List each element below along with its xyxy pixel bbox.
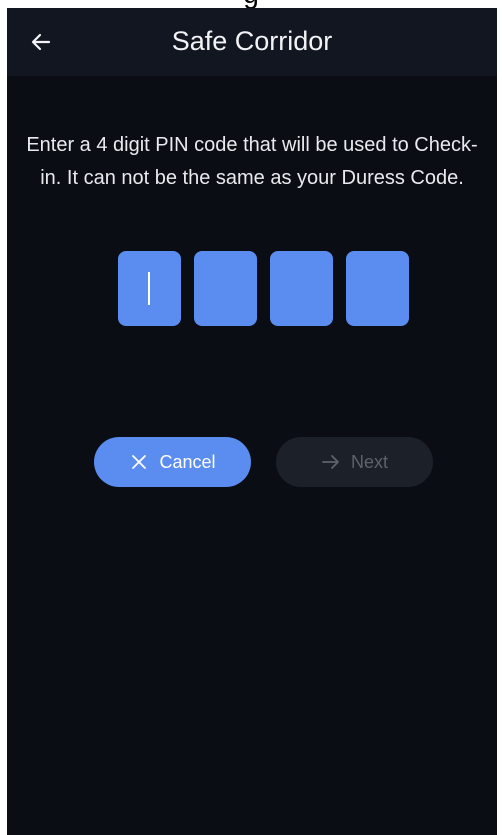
- cancel-button[interactable]: Cancel: [94, 437, 251, 487]
- text-cursor: [148, 272, 150, 305]
- close-icon: [129, 452, 149, 472]
- page-title: Safe Corridor: [171, 26, 333, 56]
- cancel-label: Cancel: [159, 451, 216, 472]
- status-fragment-text: g: [0, 0, 502, 8]
- back-button[interactable]: [23, 24, 59, 60]
- pin-digit-2[interactable]: [194, 251, 257, 326]
- pin-input: [118, 251, 409, 326]
- status-fragment: g: [0, 0, 502, 8]
- arrow-right-icon: [321, 452, 341, 472]
- pin-instructions: Enter a 4 digit PIN code that will be us…: [26, 134, 478, 189]
- next-label: Next: [350, 451, 388, 472]
- pin-digit-3[interactable]: [270, 251, 333, 326]
- arrow-left-icon: [31, 33, 51, 51]
- pin-digit-4[interactable]: [346, 251, 409, 326]
- next-button[interactable]: Next: [276, 437, 433, 487]
- pin-digit-1[interactable]: [118, 251, 181, 326]
- app-bar: Safe Corridor: [7, 8, 497, 76]
- app-screen: Safe Corridor Enter a 4 digit PIN code t…: [7, 8, 497, 835]
